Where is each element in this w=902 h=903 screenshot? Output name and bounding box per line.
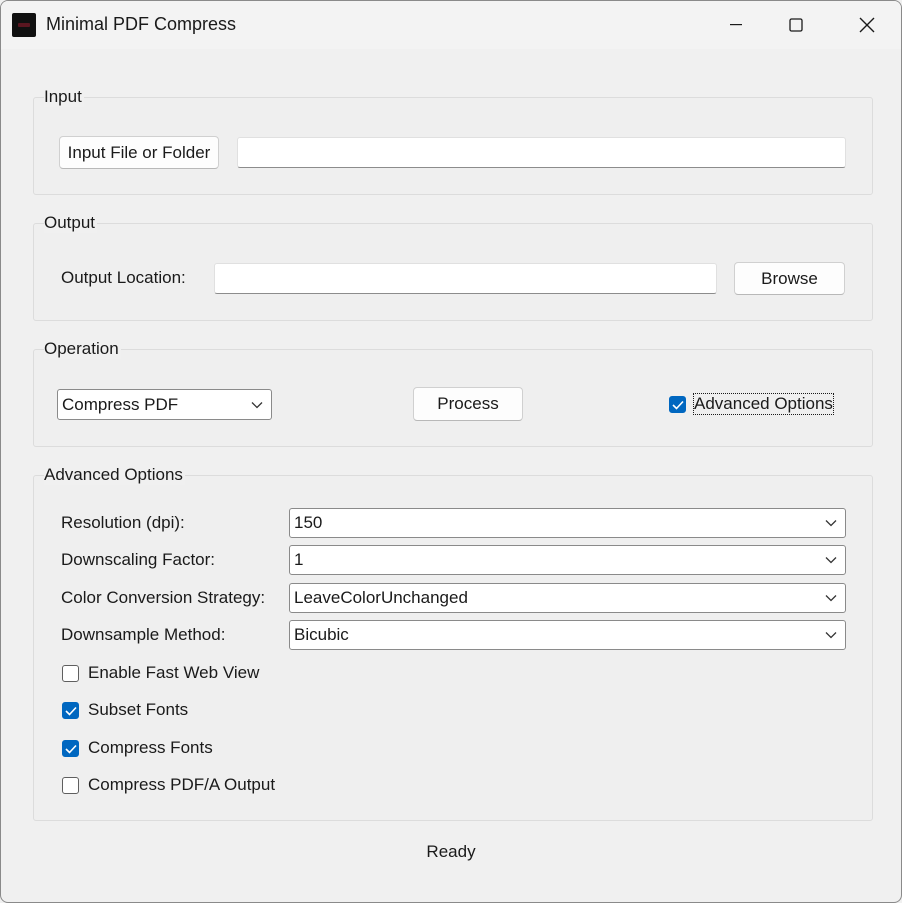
chevron-down-icon bbox=[825, 632, 837, 639]
maximize-button[interactable] bbox=[766, 1, 826, 49]
compress-fonts-checkbox[interactable] bbox=[62, 740, 79, 757]
input-group-label: Input bbox=[44, 87, 84, 107]
browse-button[interactable]: Browse bbox=[734, 262, 845, 295]
checkmark-icon bbox=[672, 400, 684, 410]
color-conversion-select[interactable]: LeaveColorUnchanged bbox=[289, 583, 846, 613]
output-location-label: Output Location: bbox=[61, 268, 186, 287]
resolution-select-value: 150 bbox=[294, 513, 323, 532]
downsample-method-select[interactable]: Bicubic bbox=[289, 620, 846, 650]
operation-select-value: Compress PDF bbox=[62, 394, 179, 414]
chevron-down-icon bbox=[825, 557, 837, 564]
close-button[interactable] bbox=[837, 1, 897, 49]
fast-web-view-label[interactable]: Enable Fast Web View bbox=[88, 663, 259, 683]
downsample-method-value: Bicubic bbox=[294, 625, 349, 644]
downscaling-factor-label: Downscaling Factor: bbox=[61, 550, 216, 569]
compress-pdfa-label[interactable]: Compress PDF/A Output bbox=[88, 775, 275, 795]
app-window: Minimal PDF Compress Input Input File or… bbox=[0, 0, 902, 903]
advanced-options-toggle-label[interactable]: Advanced Options bbox=[693, 393, 834, 415]
resolution-label: Resolution (dpi): bbox=[61, 513, 185, 532]
compress-fonts-label[interactable]: Compress Fonts bbox=[88, 738, 213, 758]
app-logo-icon bbox=[12, 13, 36, 37]
minimize-button[interactable] bbox=[706, 1, 766, 49]
output-group-label: Output bbox=[44, 213, 98, 233]
checkmark-icon bbox=[65, 706, 77, 716]
downsample-method-label: Downsample Method: bbox=[61, 625, 226, 644]
subset-fonts-label[interactable]: Subset Fonts bbox=[88, 700, 188, 720]
maximize-icon bbox=[789, 18, 803, 32]
chevron-down-icon bbox=[251, 401, 263, 408]
chevron-down-icon bbox=[825, 520, 837, 527]
color-conversion-label: Color Conversion Strategy: bbox=[61, 588, 266, 607]
minimize-icon bbox=[730, 24, 742, 26]
color-conversion-value: LeaveColorUnchanged bbox=[294, 588, 468, 607]
operation-group-label: Operation bbox=[44, 339, 121, 359]
chevron-down-icon bbox=[825, 595, 837, 602]
status-text: Ready bbox=[426, 842, 476, 861]
window-title: Minimal PDF Compress bbox=[46, 14, 237, 34]
resolution-select[interactable]: 150 bbox=[289, 508, 846, 538]
advanced-options-group-label: Advanced Options bbox=[44, 465, 185, 485]
output-location-field[interactable] bbox=[214, 263, 717, 294]
input-file-button[interactable]: Input File or Folder bbox=[59, 136, 219, 169]
downscaling-factor-select[interactable]: 1 bbox=[289, 545, 846, 575]
input-path-field[interactable] bbox=[237, 137, 846, 168]
checkmark-icon bbox=[65, 744, 77, 754]
fast-web-view-checkbox[interactable] bbox=[62, 665, 79, 682]
close-icon bbox=[859, 17, 875, 33]
downscaling-factor-value: 1 bbox=[294, 550, 304, 569]
operation-select[interactable]: Compress PDF bbox=[57, 389, 272, 420]
process-button[interactable]: Process bbox=[413, 387, 523, 421]
title-bar: Minimal PDF Compress bbox=[1, 1, 901, 49]
subset-fonts-checkbox[interactable] bbox=[62, 702, 79, 719]
compress-pdfa-checkbox[interactable] bbox=[62, 777, 79, 794]
advanced-options-checkbox[interactable] bbox=[669, 396, 686, 413]
